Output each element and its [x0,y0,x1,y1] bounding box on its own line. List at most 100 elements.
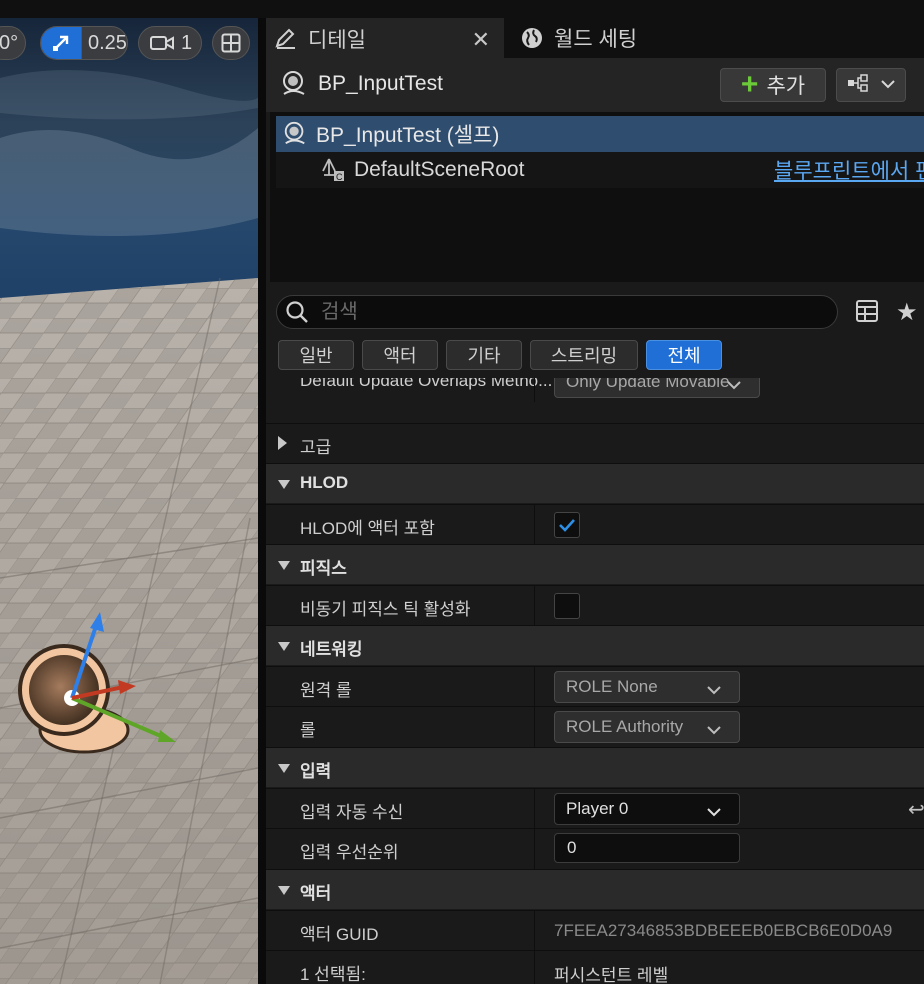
globe-icon [520,26,544,50]
filter-all[interactable]: 전체 [646,340,722,370]
actor-icon [282,121,308,147]
hierarchy-button[interactable] [836,68,906,102]
filter-tabs: 일반 액터 기타 스트리밍 전체 [278,340,722,370]
scene-component-icon: C [320,157,346,183]
component-row-default-scene-root[interactable]: C DefaultSceneRoot 블루프린트에서 편 [276,152,924,188]
property-matrix-icon[interactable] [856,300,878,327]
filter-general[interactable]: 일반 [278,340,354,370]
pencil-icon [274,28,298,50]
dropdown-value: Only Update Movable [566,378,730,391]
camera-speed-value: 1 [181,31,193,54]
filter-actor[interactable]: 액터 [362,340,438,370]
property-label: 입력 우선순위 [300,843,399,862]
hierarchy-icon [847,73,873,98]
role-dropdown[interactable]: ROLE Authority [554,711,740,743]
async-physics-checkbox[interactable] [554,593,580,619]
collapse-arrow-icon [278,764,290,773]
tab-details-label: 디테일 [308,29,366,52]
advanced-label: 고급 [300,438,332,457]
scale-snap-button[interactable]: 0.25 [40,26,128,60]
details-panel: 디테일 ✕ 월드 세팅 BP_InputTest + 추가 BP_InputTe… [266,18,924,984]
property-row-selected-level: 1 선택됨: 퍼시스턴트 레벨 [266,950,924,984]
category-label: 네트워킹 [300,640,363,659]
collapse-arrow-icon [278,480,290,489]
property-label: 비동기 피직스 틱 활성화 [300,600,471,619]
category-actor[interactable]: 액터 [266,869,924,909]
search-input[interactable] [319,299,783,325]
viewport-scene [0,18,258,984]
advanced-expander[interactable]: 고급 [266,423,924,463]
scale-snap-icon [41,27,82,59]
include-in-hlod-checkbox[interactable] [554,512,580,538]
update-overlaps-dropdown[interactable]: Only Update Movable [554,378,760,398]
auto-receive-input-dropdown[interactable]: Player 0 [554,793,740,825]
property-row-include-in-hlod: HLOD에 액터 포함 [266,504,924,545]
actor-icon [280,70,308,103]
component-default-scene-root-label: DefaultSceneRoot [354,158,525,181]
filter-streaming[interactable]: 스트리밍 [530,340,638,370]
details-header: BP_InputTest + 추가 [266,58,924,112]
window-top-strip [0,0,924,18]
chevron-down-icon [707,680,721,700]
reset-to-default-icon[interactable]: ↩ [908,797,924,822]
star-icon[interactable]: ★ [896,298,918,327]
property-row-actor-guid: 액터 GUID 7FEEA27346853BDBEEEB0EBCB6E0D0A9 [266,910,924,951]
panel-splitter[interactable] [258,18,266,984]
property-label: 1 선택됨: [300,965,366,984]
checkmark-icon [559,519,575,532]
category-label: 액터 [300,884,332,903]
camera-icon [149,33,175,53]
chevron-down-icon [727,378,741,395]
input-priority-field[interactable]: 0 [554,833,740,863]
actor-name: BP_InputTest [318,72,443,95]
property-list: Default Update Overlaps Metho... Only Up… [266,378,924,984]
collapse-arrow-icon [278,642,290,651]
dropdown-value: Player 0 [566,799,629,818]
category-hlod[interactable]: HLOD [266,463,924,503]
remote-role-dropdown[interactable]: ROLE None [554,671,740,703]
selected-level-value: 퍼시스턴트 레벨 [554,966,669,984]
component-tree: BP_InputTest (셀프) C DefaultSceneRoot 블루프… [270,112,924,282]
property-label: HLOD에 액터 포함 [300,519,435,538]
category-networking[interactable]: 네트워킹 [266,625,924,665]
rotation-snap-value: 0° [0,31,19,54]
tab-world-settings[interactable]: 월드 세팅 [512,18,712,58]
category-physics[interactable]: 피직스 [266,544,924,584]
property-row-auto-receive-input: 입력 자동 수신 Player 0 ↩ [266,788,924,829]
category-label: HLOD [300,473,349,492]
component-self-label: BP_InputTest (셀프) [316,124,500,147]
search-box[interactable] [276,295,838,329]
dropdown-value: ROLE Authority [566,717,684,736]
property-label: 원격 롤 [300,681,352,700]
layout-grid-icon [221,33,241,53]
property-row-input-priority: 입력 우선순위 0 [266,828,924,869]
svg-text:C: C [336,172,343,182]
edit-in-blueprint-link[interactable]: 블루프린트에서 편 [774,155,924,185]
tab-details[interactable]: 디테일 ✕ [266,18,504,58]
plus-icon: + [740,68,759,101]
property-row-update-overlaps: Default Update Overlaps Metho... Only Up… [266,378,924,402]
search-icon [285,300,309,324]
category-label: 피직스 [300,559,347,578]
viewport-layout-button[interactable] [212,26,250,60]
scale-snap-value: 0.25 [88,31,127,54]
property-label: 액터 GUID [300,925,379,944]
component-row-self[interactable]: BP_InputTest (셀프) [276,116,924,152]
chevron-down-icon [881,76,895,94]
tab-world-settings-label: 월드 세팅 [554,28,638,51]
dropdown-value: ROLE None [566,677,658,696]
property-label: 입력 자동 수신 [300,803,404,822]
category-label: 입력 [300,762,332,781]
property-label: 롤 [300,721,316,740]
level-viewport[interactable]: 0° 0.25 1 [0,18,258,984]
panel-tab-bar: 디테일 ✕ 월드 세팅 [266,18,924,58]
category-input[interactable]: 입력 [266,747,924,787]
camera-speed-button[interactable]: 1 [138,26,202,60]
filter-misc[interactable]: 기타 [446,340,522,370]
close-icon[interactable]: ✕ [472,27,490,53]
expand-arrow-icon [278,436,287,450]
add-component-button[interactable]: + 추가 [720,68,826,102]
actor-guid-value: 7FEEA27346853BDBEEEB0EBCB6E0D0A9 [554,921,893,940]
search-row: ★ [266,292,924,332]
property-row-remote-role: 원격 롤 ROLE None [266,666,924,707]
